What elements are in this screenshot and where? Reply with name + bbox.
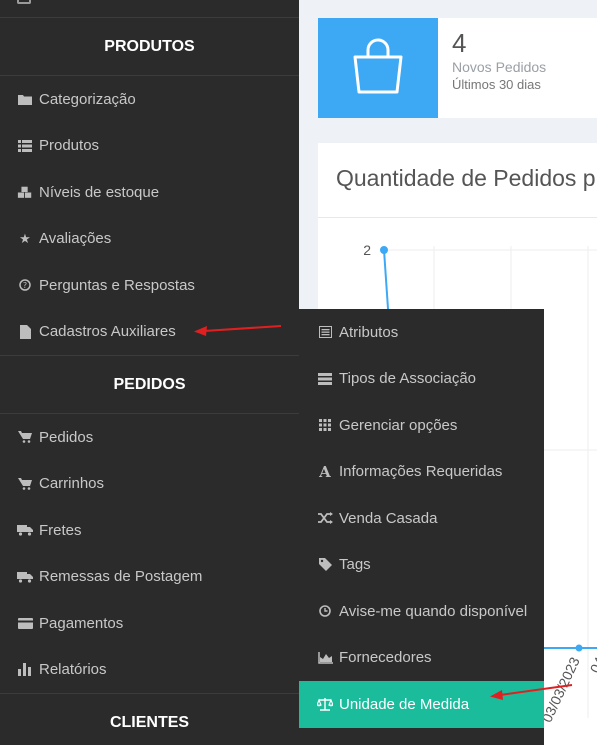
sidebar-item-categorizacao[interactable]: Categorização [0,76,299,123]
question-circle-icon: ? [17,279,33,291]
sidebar-section-clientes: CLIENTES [109,714,190,731]
submenu-item-tipos-associacao[interactable]: Tipos de Associação [299,356,544,403]
sidebar-item-produtos[interactable]: Produtos [0,123,299,170]
delivery-truck-icon [17,571,33,583]
submenu-item-fornecedores[interactable]: Fornecedores [299,635,544,682]
chart-x-tick-label: 03/03/2023 [539,654,583,724]
shopping-cart-icon [17,431,33,444]
sidebar-item-avaliacoes[interactable]: ★ Avaliações [0,216,299,263]
sidebar-pedidos-list: Pedidos Carrinhos Fretes Remessas de Pos… [0,414,299,693]
sidebar-item-relatorios[interactable]: Relatórios [0,647,299,694]
sidebar-item-pedidos[interactable]: Pedidos [0,414,299,461]
chart-data-point [380,246,388,254]
stat-card-novos-pedidos[interactable]: 4 Novos Pedidos Últimos 30 dias [318,18,597,118]
file-icon [17,324,33,339]
sidebar-item-label: Produtos [39,137,100,155]
sidebar-produtos-list: Categorização Produtos Níveis de estoque… [0,76,299,355]
clock-icon [317,605,333,618]
shopping-bag-icon [351,38,405,99]
submenu-item-label: Avise-me quando disponível [339,602,528,620]
font-icon: A [319,462,331,481]
chart-y-tick-label: 2 [363,242,371,258]
sidebar-item-label: Fretes [39,521,82,539]
submenu-item-label: Gerenciar opções [339,416,458,434]
stat-icon-box [318,18,438,118]
sidebar-item-cadastros-auxiliares[interactable]: Cadastros Auxiliares [0,309,299,356]
sidebar-item-carrinhos[interactable]: Carrinhos [0,461,299,508]
random-icon [317,512,333,525]
submenu-item-label: Unidade de Medida [339,695,470,713]
submenu-item-label: Tags [339,556,371,574]
sidebar-item-label: Perguntas e Respostas [39,276,195,294]
list-alt-icon [317,326,333,339]
chart-data-point [575,644,583,652]
sidebar-item-label: Níveis de estoque [39,183,160,201]
sidebar-item-remessas[interactable]: Remessas de Postagem [0,554,299,601]
sidebar-item-label: Pedidos [39,428,94,446]
submenu-item-informacoes-requeridas[interactable]: A Informações Requeridas [299,449,544,496]
folder-icon [17,93,33,106]
server-icon [317,372,333,385]
submenu-item-label: Venda Casada [339,509,438,527]
sidebar-item-fretes[interactable]: Fretes [0,507,299,554]
sidebar-item-label: Categorização [39,90,136,108]
submenu-item-tags[interactable]: Tags [299,542,544,589]
sidebar-item-perguntas[interactable]: ? Perguntas e Respostas [0,262,299,309]
submenu-item-venda-casada[interactable]: Venda Casada [299,495,544,542]
sidebar-item-label: Cadastros Auxiliares [39,323,176,341]
star-icon: ★ [19,230,31,246]
grid-icon [317,419,333,432]
tag-icon [317,558,333,572]
cadastros-auxiliares-submenu: Atributos Tipos de Associação Gerenciar … [299,309,544,745]
submenu-item-label: Fornecedores [339,649,432,667]
submenu-item-unidade-medida[interactable]: Unidade de Medida [299,681,544,728]
bar-chart-icon [17,663,33,677]
sidebar-item-label: Relatórios [39,661,107,679]
sidebar-top-item[interactable] [0,0,299,18]
balance-scale-icon [317,697,333,711]
submenu-item-label: Atributos [339,323,399,341]
stat-number: 4 [452,28,467,58]
sidebar-item-niveis-estoque[interactable]: Níveis de estoque [0,169,299,216]
stat-label: Novos Pedidos [452,59,547,75]
credit-card-icon [17,617,33,629]
sidebar-item-label: Avaliações [39,230,112,248]
sidebar: PRODUTOS Categorização Produtos Níveis d… [0,0,299,745]
sidebar-item-label: Remessas de Postagem [39,568,203,586]
submenu-item-gerenciar-opcoes[interactable]: Gerenciar opções [299,402,544,449]
stat-sublabel: Últimos 30 dias [452,77,541,92]
svg-text:?: ? [23,281,27,290]
submenu-item-avise-me[interactable]: Avise-me quando disponível [299,588,544,635]
sidebar-item-label: Pagamentos [39,614,124,632]
truck-icon [17,524,33,536]
submenu-item-atributos[interactable]: Atributos [299,309,544,356]
submenu-item-label: Informações Requeridas [339,463,503,481]
area-chart-icon [317,651,333,664]
cubes-icon [17,186,33,199]
chart-title: Quantidade de Pedidos p [336,165,596,191]
cart-icon [17,477,33,490]
list-icon [17,139,33,152]
sidebar-item-pagamentos[interactable]: Pagamentos [0,600,299,647]
dashboard-icon [17,0,31,4]
sidebar-item-label: Carrinhos [39,475,105,493]
submenu-item-label: Tipos de Associação [339,370,477,388]
sidebar-section-pedidos: PEDIDOS [0,356,299,414]
sidebar-section-produtos: PRODUTOS [0,18,299,76]
